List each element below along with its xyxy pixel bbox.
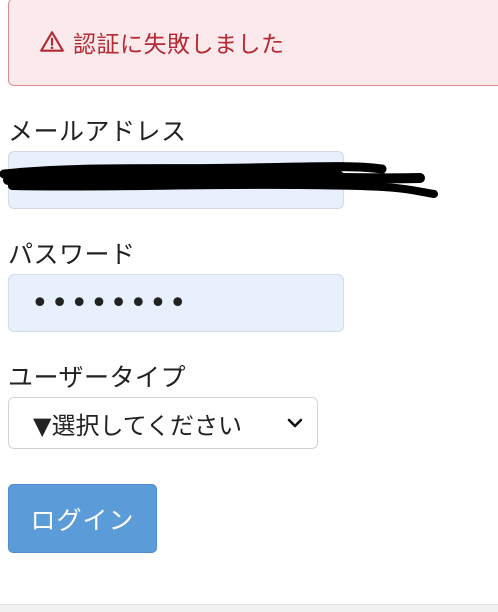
bottom-divider bbox=[0, 604, 498, 612]
login-button[interactable]: ログイン bbox=[8, 484, 157, 553]
email-label: メールアドレス bbox=[8, 117, 187, 146]
password-field[interactable]: •••••••• bbox=[8, 274, 344, 332]
warning-triangle-icon bbox=[40, 31, 64, 52]
user-type-select[interactable]: ▼選択してください bbox=[8, 397, 318, 449]
password-value: •••••••• bbox=[31, 285, 189, 321]
password-label: パスワード bbox=[8, 240, 136, 269]
alert-banner: 認証に失敗しました bbox=[8, 0, 498, 86]
email-field[interactable] bbox=[8, 151, 344, 209]
user-type-label: ユーザータイプ bbox=[8, 363, 187, 392]
user-type-selected: ▼選択してください bbox=[33, 411, 243, 440]
chevron-down-icon bbox=[287, 418, 303, 428]
alert-message: 認証に失敗しました bbox=[73, 32, 285, 58]
login-page: 認証に失敗しました メールアドレス パスワード •••••••• ユーザータイプ… bbox=[0, 0, 498, 612]
